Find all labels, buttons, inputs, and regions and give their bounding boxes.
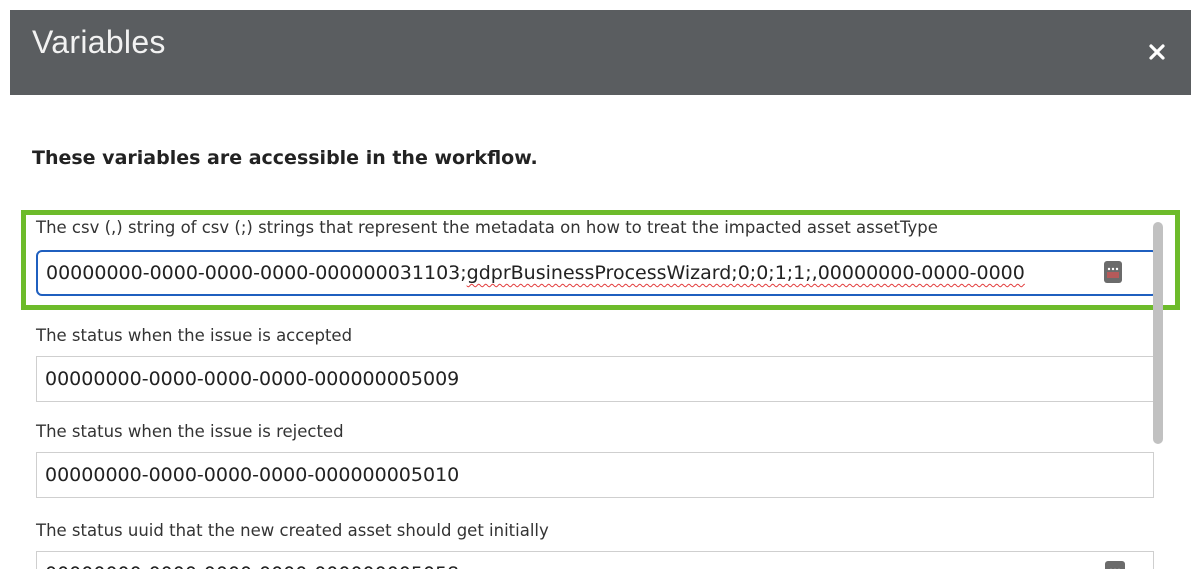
background-page-strip xyxy=(0,0,1191,10)
close-button[interactable] xyxy=(1141,36,1173,68)
ellipsis-box-icon[interactable] xyxy=(1104,261,1122,283)
ellipsis-icon xyxy=(1107,267,1119,278)
field-value-rest: gdprBusinessProcessWizard;0;0;1;1;,00000… xyxy=(466,262,1025,284)
ellipsis-icon xyxy=(1110,568,1120,569)
dialog-scrollbar[interactable] xyxy=(1153,222,1163,444)
field-label-initial-status: The status uuid that the new created ass… xyxy=(36,521,549,540)
field-input-rejected-status[interactable]: 00000000-0000-0000-0000-000000005010 xyxy=(36,452,1154,498)
field-input-asset-type[interactable]: 00000000-0000-0000-0000-000000031103;gdp… xyxy=(36,250,1158,296)
field-input-accepted-status[interactable]: 00000000-0000-0000-0000-000000005009 xyxy=(36,356,1154,402)
field-label-rejected-status: The status when the issue is rejected xyxy=(36,422,344,441)
field-label-asset-type: The csv (,) string of csv (;) strings th… xyxy=(36,218,938,237)
ellipsis-box-icon[interactable] xyxy=(1105,561,1125,569)
field-input-initial-status[interactable]: 00000000-0000-0000-0000-000000005058 xyxy=(36,551,1154,569)
close-icon xyxy=(1149,44,1165,60)
field-value-prefix: 00000000-0000-0000-0000-000000031103; xyxy=(46,262,467,284)
dialog-body: These variables are accessible in the wo… xyxy=(10,95,1191,569)
intro-text: These variables are accessible in the wo… xyxy=(32,147,538,169)
dialog-title: Variables xyxy=(32,24,166,60)
field-label-accepted-status: The status when the issue is accepted xyxy=(36,326,353,345)
dialog-header: Variables xyxy=(10,10,1191,95)
variables-dialog: Variables These variables are accessible… xyxy=(10,10,1191,569)
